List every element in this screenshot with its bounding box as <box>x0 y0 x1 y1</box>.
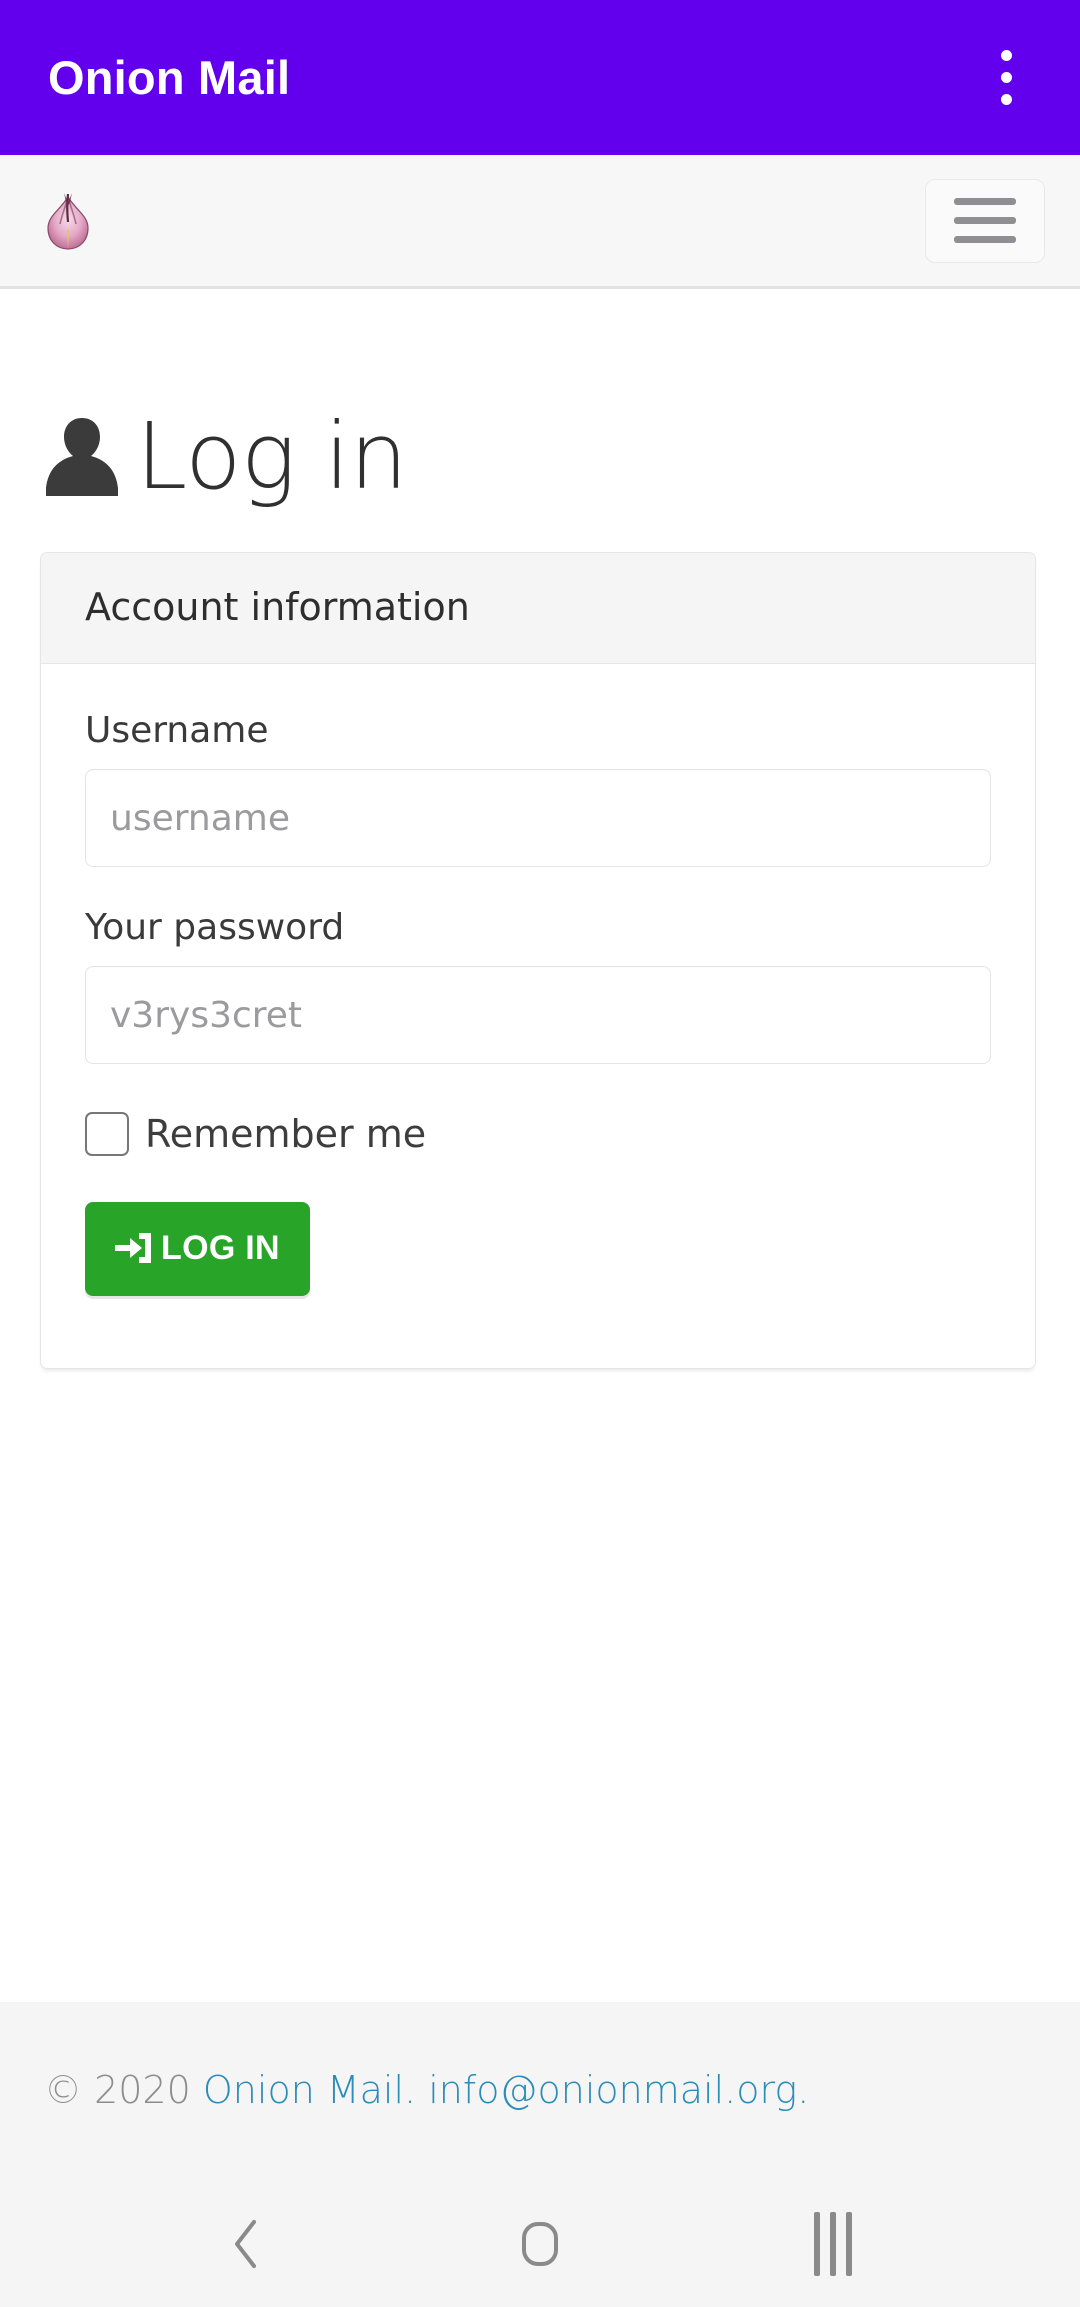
brand-link[interactable]: Onion Mail. <box>203 2068 416 2112</box>
main-content: Log in Account information Username Your… <box>0 289 1080 2002</box>
card-header: Account information <box>41 553 1035 664</box>
password-label: Your password <box>85 907 345 948</box>
login-button-label: LOG IN <box>161 1228 280 1267</box>
hamburger-icon[interactable] <box>925 178 1045 263</box>
bar <box>830 2211 837 2276</box>
login-button[interactable]: LOG IN <box>85 1202 310 1296</box>
site-navbar <box>0 155 1080 289</box>
page-heading: Log in <box>42 397 1080 517</box>
password-input[interactable] <box>85 966 991 1064</box>
back-chevron-icon[interactable] <box>187 2180 307 2307</box>
dot <box>1000 72 1012 83</box>
page-title: Log in <box>136 403 408 510</box>
remember-me-checkbox[interactable] <box>85 1112 129 1156</box>
username-field-group: Username <box>85 710 991 867</box>
bar <box>846 2211 853 2276</box>
more-vertical-icon[interactable] <box>974 36 1038 120</box>
app-bar: Onion Mail <box>0 0 1080 155</box>
dot <box>1000 94 1012 105</box>
copyright-text: © 2020 <box>44 2068 191 2113</box>
footer-text: © 2020 Onion Mail. info@onionmail.org. <box>44 2068 809 2114</box>
remember-me-label: Remember me <box>145 1112 427 1156</box>
sign-in-arrow-icon <box>115 1233 151 1263</box>
recents-bars-icon[interactable] <box>773 2180 893 2307</box>
email-link[interactable]: info@onionmail.org. <box>428 2068 809 2112</box>
bar <box>814 2211 821 2276</box>
card-body: Username Your password Remember me <box>41 664 1035 1368</box>
app-bar-title: Onion Mail <box>48 51 291 104</box>
dot <box>1000 50 1012 61</box>
password-field-group: Your password <box>85 907 991 1064</box>
username-input[interactable] <box>85 769 991 867</box>
bar <box>954 236 1016 243</box>
site-footer: © 2020 Onion Mail. info@onionmail.org. <box>0 2002 1080 2180</box>
remember-me-row: Remember me <box>85 1112 991 1156</box>
screen: Onion Mail Log in Account information Us… <box>0 0 1080 2307</box>
bar <box>954 217 1016 224</box>
login-card: Account information Username Your passwo… <box>40 552 1036 1369</box>
onion-logo-icon[interactable] <box>40 190 96 252</box>
android-navigation-bar <box>0 2180 1080 2307</box>
home-square-icon[interactable] <box>480 2180 600 2307</box>
bar <box>954 198 1016 205</box>
username-label: Username <box>85 710 269 751</box>
user-silhouette-icon <box>46 418 118 496</box>
